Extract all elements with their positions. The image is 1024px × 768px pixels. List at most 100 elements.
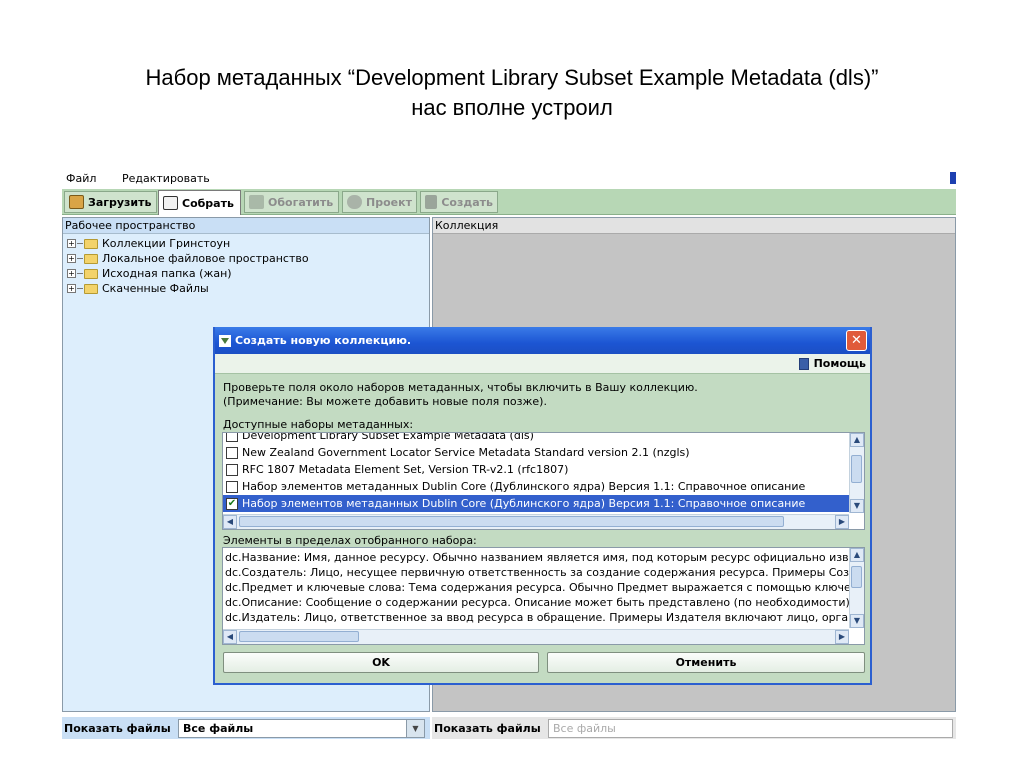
toolbar: Загрузить Собрать Обогатить Проект Созда… (62, 189, 956, 215)
elements-list[interactable]: dc.Название: Имя, данное ресурсу. Обычно… (222, 547, 865, 645)
tab-download-label: Загрузить (88, 195, 152, 209)
slide-title: Набор метаданных “Development Library Su… (40, 63, 984, 123)
elements-label: Элементы в пределах отобранного набора: (223, 534, 477, 547)
design-icon (347, 195, 362, 209)
scroll-thumb[interactable] (851, 566, 862, 588)
file-filter-select[interactable]: Все файлы ▼ (178, 718, 425, 738)
workspace-header: Рабочее пространство (63, 218, 429, 234)
folder-icon (84, 238, 98, 249)
scroll-thumb[interactable] (239, 516, 784, 527)
close-icon[interactable]: ✕ (846, 330, 867, 351)
download-icon (69, 195, 84, 209)
help-book-icon (798, 357, 809, 370)
dialog-title-bar[interactable]: Создать новую коллекцию. ✕ (215, 327, 870, 354)
dialog-title: Создать новую коллекцию. (235, 334, 412, 347)
gather-icon (163, 196, 178, 210)
tab-design[interactable]: Проект (342, 191, 417, 213)
tab-design-label: Проект (366, 195, 412, 209)
metadata-set-row[interactable]: Набор элементов метаданных Dublin Core (… (223, 478, 849, 495)
checkbox[interactable] (226, 480, 238, 493)
metadata-set-row-selected[interactable]: ✔ Набор элементов метаданных Dublin Core… (223, 495, 849, 512)
tree-item-home-folder[interactable]: + Исходная папка (жан) (63, 266, 429, 281)
available-sets-label: Доступные наборы метаданных: (223, 418, 414, 431)
collection-file-filter[interactable]: Все файлы (548, 718, 953, 738)
checkbox-checked[interactable]: ✔ (226, 497, 238, 510)
cancel-button[interactable]: Отменить (547, 652, 865, 673)
tree-item-local-filespace[interactable]: + Локальное файловое пространство (63, 251, 429, 266)
file-filter-value: Все файлы (183, 721, 254, 735)
help-label: Помощь (813, 357, 866, 370)
tab-create[interactable]: Создать (420, 191, 498, 213)
scroll-down-icon[interactable]: ▼ (850, 614, 864, 628)
tab-enrich-label: Обогатить (268, 195, 334, 209)
instruction-text: Проверьте поля около наборов метаданных,… (223, 381, 698, 409)
metadata-set-label: RFC 1807 Metadata Element Set, Version T… (242, 463, 569, 476)
instruction-line-2: (Примечание: Вы можете добавить новые по… (223, 395, 547, 408)
tab-create-label: Создать (441, 195, 493, 209)
create-icon (425, 195, 438, 209)
checkbox[interactable] (226, 463, 238, 476)
menu-file[interactable]: Файл (66, 172, 96, 185)
enrich-icon (249, 195, 264, 209)
folder-icon (84, 283, 98, 294)
expand-icon[interactable]: + (67, 239, 76, 248)
tree-item-label: Исходная папка (жан) (102, 267, 232, 280)
elements-vertical-scrollbar[interactable]: ▲ ▼ (849, 548, 864, 628)
checkbox[interactable] (226, 446, 238, 459)
tree-item-downloaded-files[interactable]: + Скаченные Файлы (63, 281, 429, 296)
element-line: dc.Создатель: Лицо, несущее первичную от… (225, 566, 849, 579)
collection-filter-bar: Показать файлы Все файлы (432, 717, 956, 739)
scroll-up-icon[interactable]: ▲ (850, 433, 864, 447)
app-icon (219, 334, 231, 347)
ok-button[interactable]: OK (223, 652, 539, 673)
expand-icon[interactable]: + (67, 284, 76, 293)
tree-item-label: Скаченные Файлы (102, 282, 209, 295)
metadata-set-row[interactable]: RFC 1807 Metadata Element Set, Version T… (223, 461, 849, 478)
sets-vertical-scrollbar[interactable]: ▲ ▼ (849, 433, 864, 513)
element-line: dc.Издатель: Лицо, ответственное за ввод… (225, 611, 849, 624)
scroll-left-icon[interactable]: ◀ (223, 515, 237, 529)
sets-horizontal-scrollbar[interactable]: ◀ ▶ (223, 514, 849, 529)
element-line: dc.Название: Имя, данное ресурсу. Обычно… (225, 551, 849, 564)
tree-item-greenstone-collections[interactable]: + Коллекции Гринстоун (63, 236, 429, 251)
tab-download[interactable]: Загрузить (64, 191, 157, 213)
expand-icon[interactable]: + (67, 254, 76, 263)
folder-icon (84, 253, 98, 264)
elements-horizontal-scrollbar[interactable]: ◀ ▶ (223, 629, 849, 644)
scroll-thumb[interactable] (851, 455, 862, 483)
tab-gather-label: Собрать (182, 196, 234, 210)
menu-bar: Файл Редактировать (62, 170, 956, 189)
tab-gather[interactable]: Собрать (158, 190, 241, 215)
scroll-down-icon[interactable]: ▼ (850, 499, 864, 513)
show-files-label-right: Показать файлы (434, 721, 541, 735)
new-collection-dialog: Создать новую коллекцию. ✕ Помощь Провер… (213, 327, 872, 685)
tab-enrich[interactable]: Обогатить (244, 191, 339, 213)
checkbox[interactable] (226, 433, 238, 442)
element-line: dc.Описание: Сообщение о содержании ресу… (225, 596, 849, 609)
slide-title-line-2: нас вполне устроил (411, 95, 613, 120)
metadata-set-label: New Zealand Government Locator Service M… (242, 446, 690, 459)
help-bar: Помощь (215, 354, 870, 374)
help-button[interactable]: Помощь (798, 357, 866, 370)
tree-item-label: Коллекции Гринстоун (102, 237, 231, 250)
metadata-set-label: Набор элементов метаданных Dublin Core (… (242, 497, 806, 510)
element-line: dc.Предмет и ключевые слова: Тема содерж… (225, 581, 849, 594)
scroll-thumb[interactable] (239, 631, 359, 642)
workspace-filter-bar: Показать файлы Все файлы ▼ (62, 717, 430, 739)
menu-edit[interactable]: Редактировать (122, 172, 210, 185)
scroll-right-icon[interactable]: ▶ (835, 630, 849, 644)
metadata-sets-list[interactable]: Development Library Subset Example Metad… (222, 432, 865, 530)
metadata-set-row[interactable]: Development Library Subset Example Metad… (223, 433, 849, 444)
scroll-right-icon[interactable]: ▶ (835, 515, 849, 529)
scroll-up-icon[interactable]: ▲ (850, 548, 864, 562)
scroll-left-icon[interactable]: ◀ (223, 630, 237, 644)
menu-edge-marker (950, 172, 956, 184)
chevron-down-icon[interactable]: ▼ (406, 719, 424, 737)
tree-item-label: Локальное файловое пространство (102, 252, 309, 265)
metadata-set-row[interactable]: New Zealand Government Locator Service M… (223, 444, 849, 461)
slide-title-line-1: Набор метаданных “Development Library Su… (145, 65, 879, 90)
metadata-set-label: Набор элементов метаданных Dublin Core (… (242, 480, 806, 493)
workspace-tree: + Коллекции Гринстоун + Локальное файлов… (63, 234, 429, 296)
instruction-line-1: Проверьте поля около наборов метаданных,… (223, 381, 698, 394)
expand-icon[interactable]: + (67, 269, 76, 278)
